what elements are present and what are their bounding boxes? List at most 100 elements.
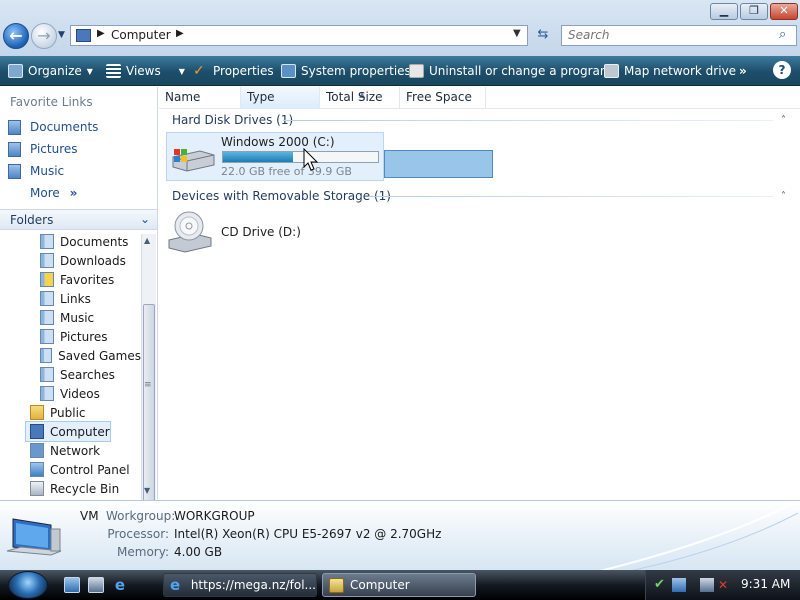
tree-item-network[interactable]: Network xyxy=(0,441,141,460)
address-bar[interactable]: ▶ Computer ▶ ▼ xyxy=(70,25,528,46)
folders-label: Folders xyxy=(10,213,54,227)
address-dropdown-icon[interactable]: ▼ xyxy=(513,28,521,39)
column-free-space[interactable]: Free Space xyxy=(400,87,486,109)
cd-drive-icon xyxy=(168,211,212,253)
tree-item-music[interactable]: Music xyxy=(0,308,141,327)
tree-item-favorites[interactable]: Favorites xyxy=(0,270,141,289)
drive-d-name[interactable]: CD Drive (D:) xyxy=(221,225,301,239)
workgroup-label: Workgroup: xyxy=(106,509,176,523)
taskbar-internet-explorer[interactable]: e https://mega.nz/fol... xyxy=(163,573,317,597)
chevron-down-icon: ⌄ xyxy=(140,212,151,226)
search-icon[interactable]: ⌕ xyxy=(779,27,786,42)
taskbar-item-label: Computer xyxy=(350,578,410,592)
tree-item-searches[interactable]: Searches xyxy=(0,365,141,384)
more-links-button[interactable]: More » xyxy=(30,186,77,200)
views-icon xyxy=(106,64,121,78)
column-type[interactable]: Type ▲ xyxy=(241,87,365,109)
search-box[interactable]: ⌕ xyxy=(561,25,797,46)
breadcrumb-arrow-icon[interactable]: ▶ xyxy=(176,28,184,39)
tray-app-icon[interactable] xyxy=(672,578,686,592)
mouse-cursor-icon xyxy=(303,148,319,171)
refresh-icon[interactable]: ⇆ xyxy=(532,25,554,46)
recycle-bin-icon xyxy=(30,481,44,496)
drive-c-item[interactable]: Windows 2000 (C:) 22.0 GB free of 39.9 G… xyxy=(166,132,384,181)
drive-c-usage-bar xyxy=(222,151,379,163)
search-input[interactable] xyxy=(568,28,768,42)
map-network-drive-button[interactable]: Map network drive xyxy=(604,62,736,80)
internet-explorer-icon[interactable]: e xyxy=(112,577,128,593)
show-desktop-icon[interactable] xyxy=(64,577,80,593)
help-icon[interactable]: ? xyxy=(773,61,791,79)
group-divider xyxy=(283,120,773,121)
properties-button[interactable]: ✓ Properties xyxy=(193,62,274,80)
tree-item-label: Documents xyxy=(60,234,129,249)
clock[interactable]: 9:31 AM xyxy=(741,577,790,591)
taskbar: e e https://mega.nz/fol... Computer ✔ ✕ … xyxy=(0,570,800,600)
properties-label: Properties xyxy=(213,64,274,78)
tree-item-downloads[interactable]: Downloads xyxy=(0,251,141,270)
computer-icon xyxy=(6,518,62,556)
breadcrumb-arrow-icon[interactable]: ▶ xyxy=(97,28,105,39)
favorite-link-music[interactable]: Music xyxy=(8,162,64,180)
chevron-down-icon: ▼ xyxy=(86,66,93,76)
uninstall-label: Uninstall or change a program xyxy=(429,64,612,78)
tree-item-recycle-bin[interactable]: Recycle Bin xyxy=(0,479,141,498)
group-removable-storage[interactable]: Devices with Removable Storage (1) xyxy=(172,189,391,203)
system-properties-button[interactable]: System properties xyxy=(281,62,411,80)
tree-item-pictures[interactable]: Pictures xyxy=(0,327,141,346)
selection-rectangle xyxy=(384,150,493,178)
tree-item-label: Saved Games xyxy=(58,348,141,363)
folder-icon xyxy=(40,348,53,363)
videos-folder-icon xyxy=(40,386,54,401)
column-name[interactable]: Name xyxy=(159,87,241,109)
tree-item-links[interactable]: Links xyxy=(0,289,141,308)
taskbar-computer[interactable]: Computer xyxy=(322,573,476,597)
organize-button[interactable]: Organize ▼ xyxy=(8,62,93,80)
folders-header[interactable]: Folders ⌄ xyxy=(0,209,157,230)
toolbar-overflow-button[interactable]: » xyxy=(739,62,747,80)
computer-icon xyxy=(76,29,91,42)
tree-item-computer[interactable]: Computer xyxy=(25,421,111,442)
internet-explorer-icon: e xyxy=(170,575,181,594)
control-panel-icon xyxy=(30,462,44,477)
minimize-button[interactable]: ▁ xyxy=(710,3,738,20)
maximize-button[interactable]: ❐ xyxy=(740,3,768,20)
forward-button[interactable]: → xyxy=(31,23,57,49)
drive-c-free-space: 22.0 GB free of 39.9 GB xyxy=(221,165,352,178)
favorite-link-documents[interactable]: Documents xyxy=(8,118,98,136)
checkmark-icon: ✓ xyxy=(193,63,205,79)
memory-label: Memory: xyxy=(117,545,169,559)
tree-item-documents[interactable]: Documents xyxy=(0,232,141,251)
tree-item-saved-games[interactable]: Saved Games xyxy=(0,346,141,365)
favorite-link-pictures[interactable]: Pictures xyxy=(8,140,78,158)
volume-muted-icon[interactable]: ✕ xyxy=(718,578,732,592)
history-dropdown-icon[interactable]: ▼ xyxy=(58,30,65,40)
switch-windows-icon[interactable] xyxy=(88,577,104,593)
breadcrumb-computer[interactable]: Computer xyxy=(111,28,171,42)
tree-item-label: Network xyxy=(50,443,101,458)
start-button[interactable] xyxy=(8,571,48,599)
chevron-down-icon: ▼ xyxy=(178,66,185,76)
back-button[interactable]: ← xyxy=(3,23,29,49)
column-total-size[interactable]: Total Size xyxy=(320,87,400,109)
close-button[interactable]: ✕ xyxy=(770,3,798,20)
folder-icon xyxy=(40,234,54,249)
favorite-link-label: Pictures xyxy=(30,142,78,156)
scroll-up-icon[interactable]: ▲ xyxy=(144,236,150,245)
scroll-down-icon[interactable]: ▼ xyxy=(144,486,150,495)
favorite-link-label: Music xyxy=(30,164,65,178)
tree-item-public[interactable]: Public xyxy=(0,403,141,422)
network-drive-icon xyxy=(604,64,619,78)
group-hard-disk-drives[interactable]: Hard Disk Drives (1) xyxy=(172,113,293,127)
collapse-group-icon[interactable]: ˄ xyxy=(781,115,786,126)
views-button[interactable]: Views ▼ xyxy=(106,62,185,80)
system-properties-label: System properties xyxy=(301,64,411,78)
tree-item-control-panel[interactable]: Control Panel xyxy=(0,460,141,479)
music-folder-icon xyxy=(40,310,54,325)
uninstall-button[interactable]: Uninstall or change a program xyxy=(409,62,612,80)
collapse-group-icon[interactable]: ˄ xyxy=(781,191,786,202)
folder-icon xyxy=(40,291,54,306)
tray-check-icon[interactable]: ✔ xyxy=(654,578,668,592)
tree-item-videos[interactable]: Videos xyxy=(0,384,141,403)
network-status-icon[interactable] xyxy=(700,578,714,592)
